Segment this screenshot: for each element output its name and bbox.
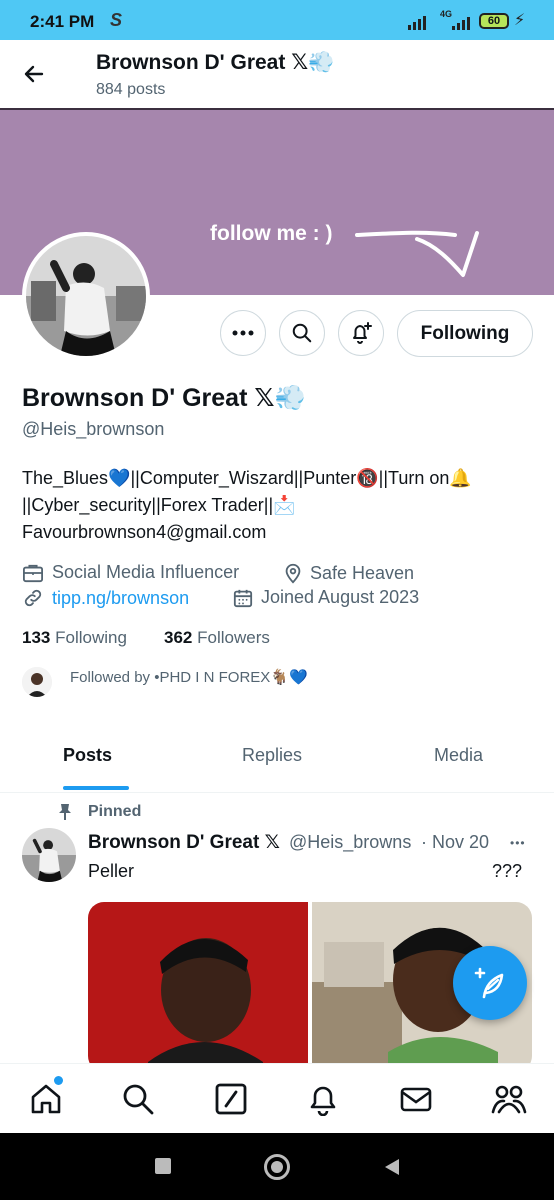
- briefcase-icon: [23, 564, 43, 582]
- status-time: 2:41 PM: [30, 12, 95, 31]
- profile-category: Social Media Influencer: [22, 562, 239, 583]
- following-stat[interactable]: 133 Following: [22, 628, 127, 648]
- profile-website[interactable]: tipp.ng/brownson: [22, 587, 189, 609]
- search-profile-button[interactable]: [279, 310, 325, 356]
- signal-icon: [408, 12, 430, 30]
- more-options-button[interactable]: [220, 310, 266, 356]
- following-button[interactable]: Following: [397, 310, 533, 357]
- tab-replies[interactable]: Replies: [242, 745, 302, 766]
- banner-arrow-drawing: [355, 230, 479, 277]
- tabs-divider: [0, 792, 554, 793]
- header-title: Brownson D' Great 𝕏💨: [96, 50, 334, 75]
- profile-location: Safe Heaven: [283, 562, 414, 584]
- category-text: Social Media Influencer: [52, 562, 240, 582]
- tweet-author-name[interactable]: Brownson D' Great 𝕏: [88, 831, 280, 854]
- bio-line: ||Cyber_security||Forex Trader||📩: [22, 495, 296, 515]
- calendar-icon: [233, 589, 253, 607]
- tweet-author-text: Brownson D' Great: [88, 832, 260, 853]
- followers-count: 362: [164, 628, 193, 647]
- header-name: Brownson D' Great: [96, 51, 286, 74]
- tweet-extra-text: ???: [492, 861, 523, 881]
- joined-text: Joined August 2023: [261, 587, 420, 607]
- location-text: Safe Heaven: [310, 562, 415, 583]
- back-system-icon[interactable]: [383, 1157, 401, 1182]
- recents-icon[interactable]: [155, 1158, 171, 1174]
- signal-icon-2: [452, 14, 472, 30]
- tweet-author-avatar[interactable]: [22, 828, 76, 882]
- home-notification-dot: [54, 1076, 63, 1085]
- bio-email: Favourbrownson4@gmail.com: [22, 522, 267, 542]
- notify-button[interactable]: [338, 310, 384, 356]
- location-pin-icon: [285, 563, 301, 584]
- more-dots-icon: [232, 330, 254, 336]
- battery-icon: 60: [479, 13, 509, 29]
- x-logo-icon: 𝕏: [291, 51, 309, 74]
- grok-icon[interactable]: [214, 1082, 248, 1121]
- bio-line: The_Blues💙||Computer_Wiszard||Punter🔞||T…: [22, 468, 472, 488]
- posts-count: 884 posts: [96, 81, 166, 98]
- tweet-date: · Nov 20: [421, 832, 490, 852]
- communities-icon[interactable]: [491, 1082, 527, 1121]
- home-icon[interactable]: [29, 1076, 63, 1121]
- home-system-icon[interactable]: [264, 1154, 290, 1180]
- search-icon[interactable]: [121, 1082, 155, 1121]
- website-link[interactable]: tipp.ng/brownson: [52, 588, 189, 609]
- pin-icon: [58, 803, 72, 826]
- search-icon: [292, 323, 312, 343]
- profile-handle: @Heis_brownson: [22, 419, 165, 439]
- active-tab-indicator: [63, 786, 129, 790]
- profile-header: Brownson D' Great 𝕏💨 884 posts: [0, 40, 554, 108]
- profile-avatar[interactable]: [22, 232, 150, 360]
- compose-feather-icon: [474, 967, 504, 999]
- network-type: 4G: [440, 9, 453, 19]
- app-notification-icon: S: [110, 10, 123, 30]
- tweet-text: Peller: [88, 861, 135, 881]
- system-navigation-bar: [0, 1133, 554, 1200]
- compose-post-button[interactable]: [453, 946, 527, 1020]
- banner-text: follow me : ): [210, 222, 333, 245]
- x-logo-icon: 𝕏: [254, 384, 275, 412]
- profile-joined: Joined August 2023: [233, 587, 419, 608]
- profile-bio: The_Blues💙||Computer_Wiszard||Punter🔞||T…: [22, 465, 537, 546]
- followers-stat[interactable]: 362 Followers: [164, 628, 270, 648]
- x-logo-icon: 𝕏: [264, 832, 280, 853]
- charging-icon: ⚡: [514, 12, 526, 29]
- back-arrow-icon[interactable]: [22, 62, 46, 91]
- messages-icon[interactable]: [399, 1082, 433, 1121]
- tab-posts[interactable]: Posts: [63, 745, 112, 766]
- link-icon: [24, 589, 42, 607]
- dash-emoji: 💨: [274, 384, 306, 412]
- profile-name-text: Brownson D' Great: [22, 384, 248, 412]
- bottom-navigation: [0, 1063, 554, 1134]
- notifications-icon[interactable]: [306, 1082, 340, 1121]
- tweet-more-icon[interactable]: •••: [510, 836, 526, 850]
- following-count: 133: [22, 628, 51, 647]
- status-bar: 2:41 PM S 4G 60 ⚡: [0, 0, 554, 40]
- followed-by-text[interactable]: Followed by •PHD I N FOREX🐐💙: [70, 668, 308, 686]
- pinned-label: Pinned: [88, 803, 142, 820]
- following-label: Following: [55, 628, 127, 647]
- followers-label: Followers: [197, 628, 270, 647]
- profile-name: Brownson D' Great 𝕏💨: [22, 383, 306, 413]
- dash-emoji: 💨: [308, 51, 335, 74]
- bell-plus-icon: [353, 322, 372, 344]
- tweet-handle: @Heis_browns: [289, 832, 412, 852]
- tab-media[interactable]: Media: [434, 745, 483, 766]
- follower-avatar[interactable]: [22, 667, 52, 697]
